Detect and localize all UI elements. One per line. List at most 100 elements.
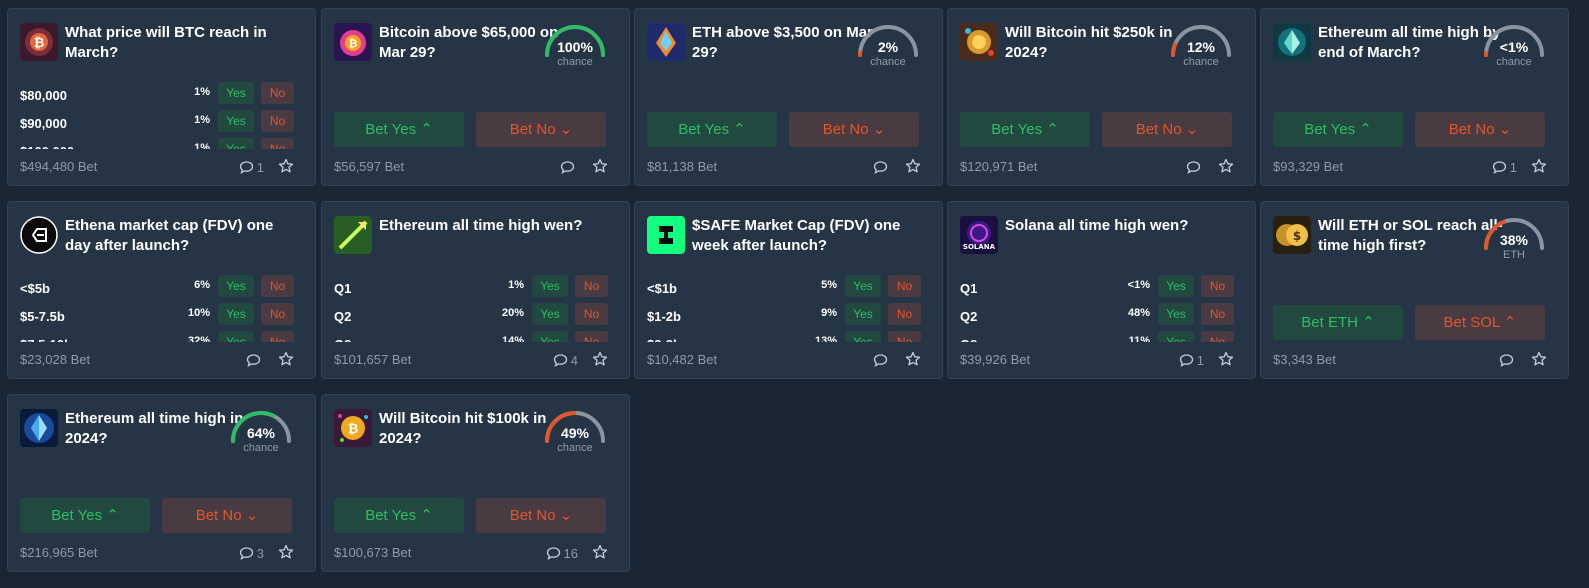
answer-row[interactable]: $100,000 1% Yes No: [20, 137, 294, 149]
answer-no-button[interactable]: No: [1201, 303, 1234, 325]
bet-no-button[interactable]: Bet No ⌄: [789, 112, 919, 147]
answer-yes-button[interactable]: Yes: [218, 82, 254, 104]
answer-yes-button[interactable]: Yes: [845, 275, 881, 297]
answer-row[interactable]: Q3 11% Yes No: [960, 330, 1234, 342]
answer-row[interactable]: $90,000 1% Yes No: [20, 109, 294, 137]
comments-button[interactable]: 1: [239, 158, 264, 176]
answer-yes-button[interactable]: Yes: [218, 138, 254, 149]
bet-yes-button[interactable]: Bet Yes ⌃: [334, 112, 464, 147]
answer-list[interactable]: <$1b 5% Yes No $1-2b 9% Yes No $2-3b 13% Yes No: [647, 274, 921, 342]
comments-button[interactable]: [1186, 158, 1204, 176]
market-card[interactable]: SOLANA Solana all time high wen? Q1 <1% Yes N…: [947, 201, 1256, 379]
comments-button[interactable]: 1: [1179, 351, 1204, 369]
comments-button[interactable]: [873, 158, 891, 176]
answer-list[interactable]: Q1 1% Yes No Q2 20% Yes No Q3 14% Yes No: [334, 274, 608, 342]
star-icon[interactable]: [1531, 351, 1547, 372]
star-icon[interactable]: [1531, 158, 1547, 179]
market-title[interactable]: Ethena market cap (FDV) one day after la…: [65, 216, 295, 256]
market-card[interactable]: Will Bitcoin hit $250k in 2024? 12% chance…: [947, 8, 1256, 186]
answer-no-button[interactable]: No: [261, 82, 294, 104]
comments-button[interactable]: [246, 351, 264, 369]
star-icon[interactable]: [905, 158, 921, 179]
star-icon[interactable]: [592, 351, 608, 372]
bet-yes-button[interactable]: Bet ETH ⌃: [1273, 305, 1403, 340]
bet-yes-button[interactable]: Bet Yes ⌃: [334, 498, 464, 533]
answer-yes-button[interactable]: Yes: [218, 331, 254, 342]
market-card[interactable]: Ethereum all time high in 2024? 64% chance…: [7, 394, 316, 572]
answer-row[interactable]: $80,000 1% Yes No: [20, 81, 294, 109]
answer-row[interactable]: <$1b 5% Yes No: [647, 274, 921, 302]
answer-yes-button[interactable]: Yes: [532, 275, 568, 297]
market-card[interactable]: Ethereum all time high by end of March? <…: [1260, 8, 1569, 186]
bet-yes-button[interactable]: Bet Yes ⌃: [647, 112, 777, 147]
comments-button[interactable]: 4: [553, 351, 578, 369]
bet-no-button[interactable]: Bet No ⌄: [476, 112, 606, 147]
answer-no-button[interactable]: No: [1201, 275, 1234, 297]
answer-row[interactable]: <$5b 6% Yes No: [20, 274, 294, 302]
answer-no-button[interactable]: No: [261, 138, 294, 149]
answer-yes-button[interactable]: Yes: [1158, 331, 1194, 342]
star-icon[interactable]: [592, 158, 608, 179]
market-card[interactable]: Ethena market cap (FDV) one day after la…: [7, 201, 316, 379]
market-title[interactable]: ETH above $3,500 on Mar 29?: [692, 23, 882, 63]
market-card[interactable]: ETH above $3,500 on Mar 29? 2% chance Bet Y…: [634, 8, 943, 186]
answer-yes-button[interactable]: Yes: [532, 303, 568, 325]
answer-yes-button[interactable]: Yes: [218, 110, 254, 132]
answer-no-button[interactable]: No: [575, 331, 608, 342]
answer-row[interactable]: Q2 20% Yes No: [334, 302, 608, 330]
market-card[interactable]: ₿ Will Bitcoin hit $100k in 2024? 49% chanc…: [321, 394, 630, 572]
comments-button[interactable]: 3: [239, 544, 264, 562]
answer-row[interactable]: $1-2b 9% Yes No: [647, 302, 921, 330]
answer-row[interactable]: Q2 48% Yes No: [960, 302, 1234, 330]
market-title[interactable]: Ethereum all time high in 2024?: [65, 409, 255, 449]
comments-button[interactable]: [560, 158, 578, 176]
star-icon[interactable]: [278, 158, 294, 179]
bet-yes-button[interactable]: Bet Yes ⌃: [20, 498, 150, 533]
market-title[interactable]: Solana all time high wen?: [1005, 216, 1235, 236]
answer-yes-button[interactable]: Yes: [845, 303, 881, 325]
bet-no-button[interactable]: Bet No ⌄: [1415, 112, 1545, 147]
star-icon[interactable]: [905, 351, 921, 372]
bet-no-button[interactable]: Bet SOL ⌃: [1415, 305, 1545, 340]
market-card[interactable]: ₿ What price will BTC reach in March? $80,…: [7, 8, 316, 186]
answer-no-button[interactable]: No: [261, 110, 294, 132]
bet-yes-button[interactable]: Bet Yes ⌃: [960, 112, 1090, 147]
answer-no-button[interactable]: No: [261, 303, 294, 325]
answer-row[interactable]: $5-7.5b 10% Yes No: [20, 302, 294, 330]
star-icon[interactable]: [592, 544, 608, 565]
answer-no-button[interactable]: No: [1201, 331, 1234, 342]
comments-button[interactable]: [1499, 351, 1517, 369]
star-icon[interactable]: [1218, 158, 1234, 179]
answer-list[interactable]: $80,000 1% Yes No $90,000 1% Yes No $100,000 1% Ye…: [20, 81, 294, 149]
comments-button[interactable]: [873, 351, 891, 369]
answer-yes-button[interactable]: Yes: [532, 331, 568, 342]
answer-yes-button[interactable]: Yes: [218, 275, 254, 297]
bet-no-button[interactable]: Bet No ⌄: [476, 498, 606, 533]
star-icon[interactable]: [1218, 351, 1234, 372]
answer-row[interactable]: Q1 <1% Yes No: [960, 274, 1234, 302]
bet-yes-button[interactable]: Bet Yes ⌃: [1273, 112, 1403, 147]
star-icon[interactable]: [278, 351, 294, 372]
answer-yes-button[interactable]: Yes: [845, 331, 881, 342]
market-title[interactable]: Will Bitcoin hit $100k in 2024?: [379, 409, 569, 449]
answer-no-button[interactable]: No: [888, 331, 921, 342]
answer-no-button[interactable]: No: [261, 275, 294, 297]
market-title[interactable]: Ethereum all time high by end of March?: [1318, 23, 1508, 63]
answer-yes-button[interactable]: Yes: [1158, 303, 1194, 325]
comments-button[interactable]: 1: [1492, 158, 1517, 176]
answer-row[interactable]: $7.5-10b 32% Yes No: [20, 330, 294, 342]
market-title[interactable]: $SAFE Market Cap (FDV) one week after la…: [692, 216, 922, 256]
answer-no-button[interactable]: No: [261, 331, 294, 342]
answer-no-button[interactable]: No: [575, 303, 608, 325]
answer-no-button[interactable]: No: [888, 275, 921, 297]
bet-no-button[interactable]: Bet No ⌄: [1102, 112, 1232, 147]
market-title[interactable]: Will Bitcoin hit $250k in 2024?: [1005, 23, 1195, 63]
bet-no-button[interactable]: Bet No ⌄: [162, 498, 292, 533]
market-card[interactable]: $ Will ETH or SOL reach all-time high fir…: [1260, 201, 1569, 379]
answer-list[interactable]: Q1 <1% Yes No Q2 48% Yes No Q3 11% Yes No: [960, 274, 1234, 342]
answer-row[interactable]: Q1 1% Yes No: [334, 274, 608, 302]
market-card[interactable]: Ethereum all time high wen? Q1 1% Yes No Q2 20…: [321, 201, 630, 379]
answer-yes-button[interactable]: Yes: [1158, 275, 1194, 297]
market-title[interactable]: What price will BTC reach in March?: [65, 23, 295, 63]
market-title[interactable]: Ethereum all time high wen?: [379, 216, 609, 236]
